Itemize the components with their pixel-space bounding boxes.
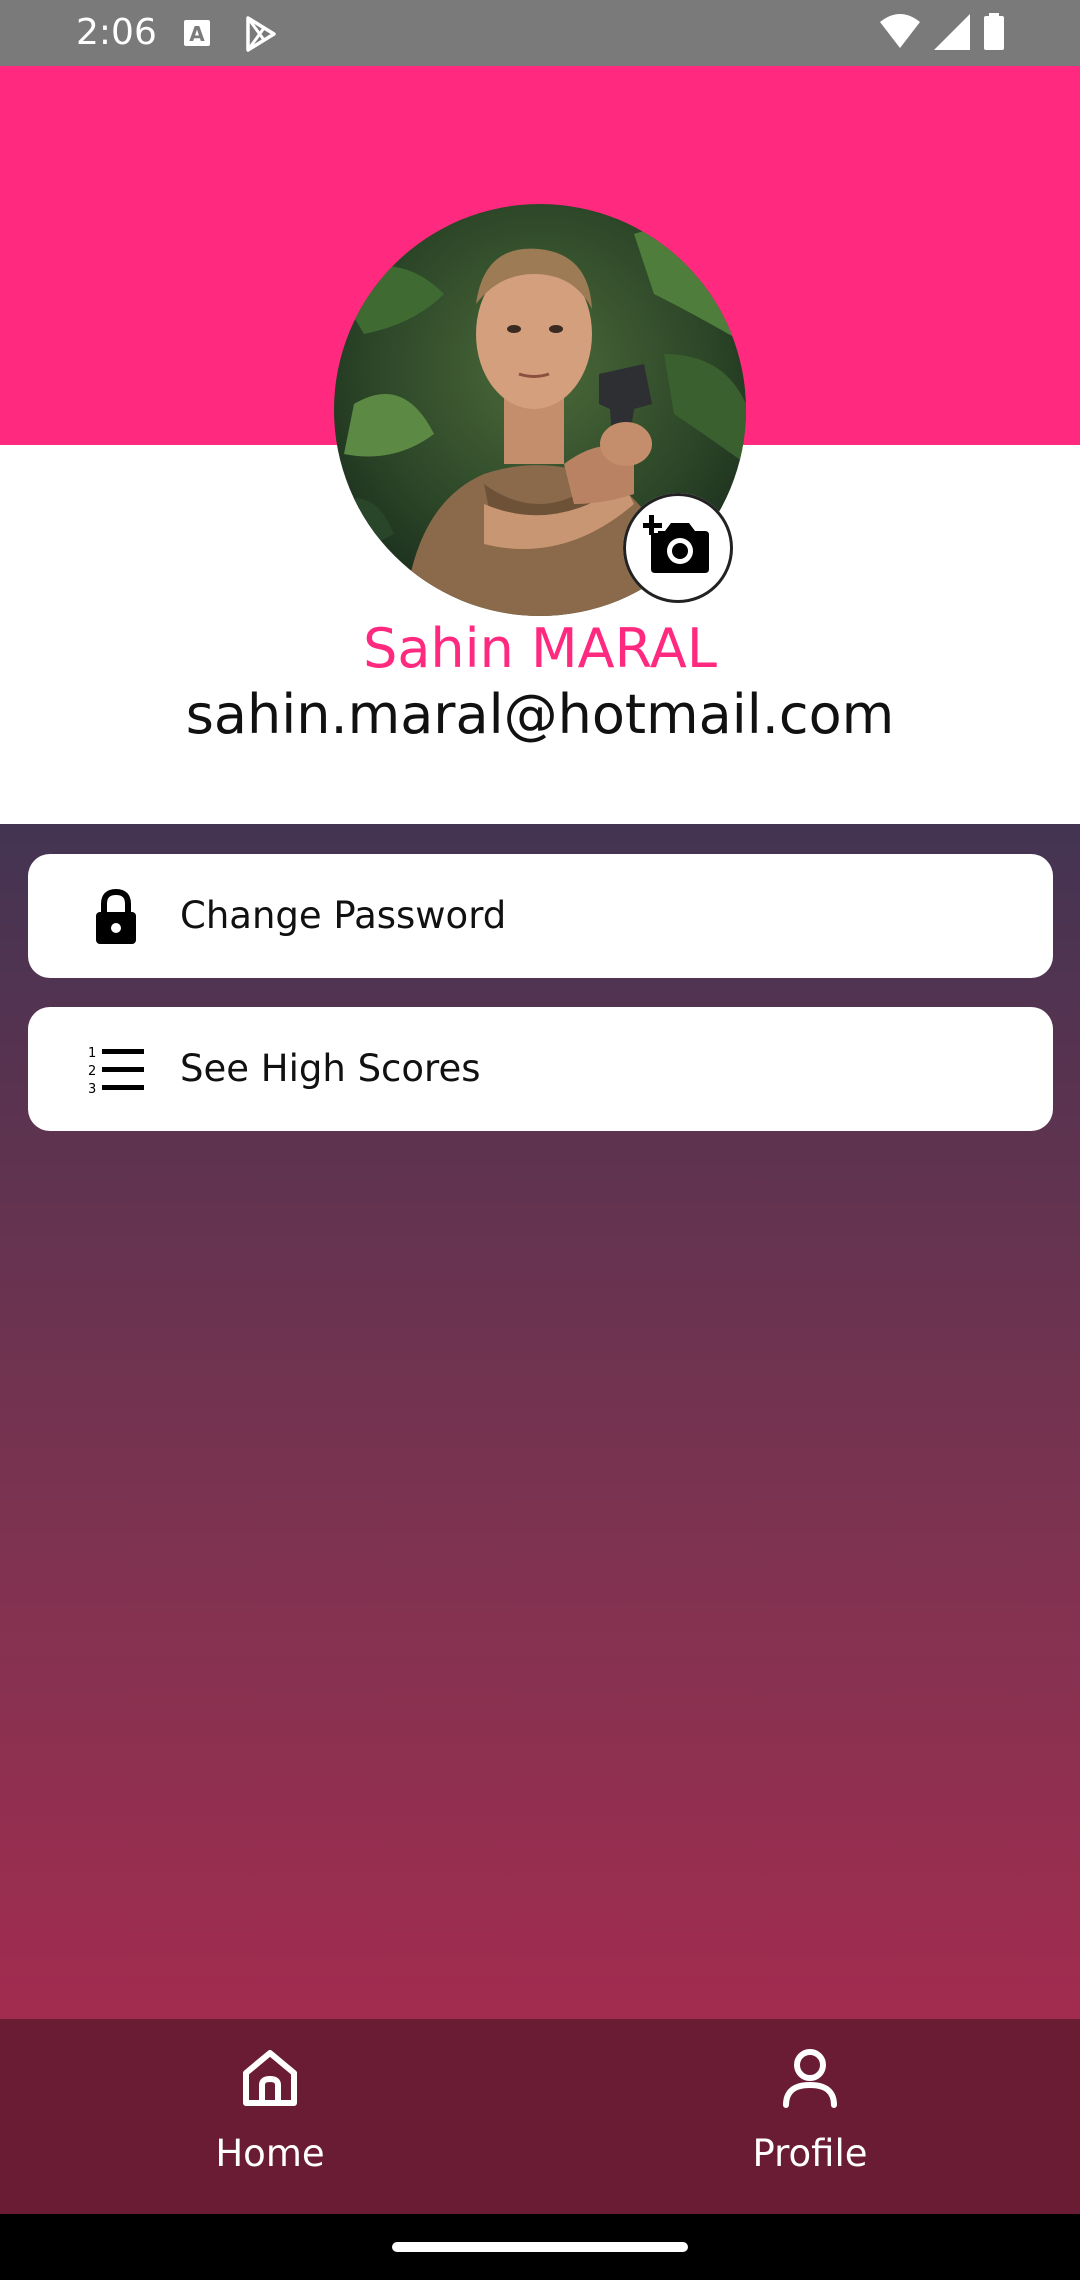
- see-high-scores-label: See High Scores: [180, 1047, 481, 1090]
- nav-profile-label: Profile: [752, 2132, 868, 2175]
- change-password-button[interactable]: Change Password: [28, 854, 1053, 978]
- system-navigation-bar: [0, 2214, 1080, 2280]
- svg-text:1: 1: [88, 1046, 96, 1061]
- profile-email: sahin.maral@hotmail.com: [185, 683, 895, 746]
- nav-profile[interactable]: Profile: [540, 2019, 1080, 2214]
- change-photo-button[interactable]: [623, 493, 733, 603]
- svg-text:A: A: [189, 22, 205, 46]
- profile-screen: 2:06 A Sahin MARAL sahin.maral@hotmail.c…: [0, 0, 1080, 2280]
- numbered-list-icon: 1 2 3: [86, 1039, 146, 1099]
- status-time: 2:06: [76, 12, 157, 53]
- see-high-scores-button[interactable]: 1 2 3 See High Scores: [28, 1007, 1053, 1131]
- bottom-navigation: Home Profile: [0, 2019, 1080, 2214]
- content-area: Change Password 1 2 3 See High Scores: [0, 824, 1080, 2019]
- lock-icon: [86, 886, 146, 946]
- svg-text:3: 3: [88, 1082, 96, 1097]
- play-store-icon: [240, 14, 280, 54]
- home-icon: [240, 2045, 300, 2111]
- nav-home[interactable]: Home: [0, 2019, 540, 2214]
- nav-home-label: Home: [215, 2132, 325, 2175]
- profile-name: Sahin MARAL: [363, 617, 717, 680]
- change-password-label: Change Password: [180, 894, 507, 937]
- text-a-notification-icon: A: [180, 14, 220, 54]
- signal-icon: [930, 12, 972, 54]
- add-photo-camera-icon: [641, 515, 713, 581]
- person-icon: [780, 2045, 840, 2111]
- battery-icon: [982, 12, 1006, 54]
- svg-text:2: 2: [88, 1064, 96, 1079]
- status-bar: 2:06 A: [0, 0, 1080, 66]
- wifi-icon: [878, 12, 922, 54]
- home-gesture-handle[interactable]: [392, 2242, 688, 2252]
